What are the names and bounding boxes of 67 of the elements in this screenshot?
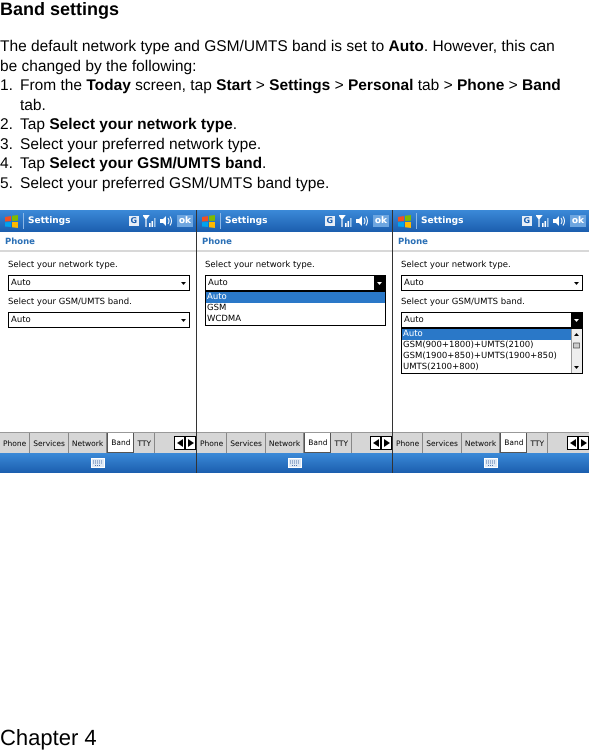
- dropdown-option[interactable]: Auto: [402, 329, 571, 340]
- speaker-icon[interactable]: [356, 215, 369, 227]
- left-arrow-icon: [176, 439, 182, 447]
- windows-flag-icon[interactable]: [4, 214, 19, 228]
- step-number: 2.: [0, 115, 14, 134]
- network-indicator-icon: G: [522, 216, 532, 226]
- field-label: Select your network type.: [8, 260, 119, 270]
- window-title: Settings: [28, 216, 72, 226]
- dropdown[interactable]: Auto: [8, 312, 190, 328]
- dropdown-option[interactable]: UMTS(2100+800): [402, 362, 571, 373]
- windows-flag-icon[interactable]: [201, 214, 216, 228]
- page-header: Phone: [393, 232, 589, 252]
- scroll-left-button[interactable]: [567, 436, 578, 450]
- step-text: Select your preferred GSM/UMTS band type.: [20, 174, 330, 193]
- field-label: Select your GSM/UMTS band.: [8, 297, 133, 307]
- step-text: Select your preferred network type.: [20, 134, 262, 154]
- scroll-left-button[interactable]: [370, 436, 381, 450]
- left-arrow-icon: [372, 439, 378, 447]
- network-indicator-icon: G: [128, 216, 139, 226]
- dropdown-arrow-icon: [574, 318, 579, 322]
- chapter-label: Chapter 4: [0, 724, 98, 752]
- field-label: Select your network type.: [205, 260, 316, 270]
- step-text: Tap Select your GSM/UMTS band.: [20, 154, 266, 174]
- signal-icon[interactable]: [338, 215, 352, 227]
- scroll-right-button[interactable]: [578, 436, 589, 450]
- dropdown-arrow-icon: [181, 282, 186, 284]
- dropdown[interactable]: Auto: [205, 275, 386, 291]
- right-arrow-icon: [580, 439, 586, 447]
- step-number: 5.: [0, 174, 14, 193]
- intro-paragraph: The default network type and GSM/UMTS band is set to Auto. However, this can be changed by the following:: [0, 37, 556, 76]
- left-arrow-icon: [570, 439, 576, 447]
- dropdown[interactable]: Auto: [8, 275, 190, 291]
- step-number: 4.: [0, 154, 14, 174]
- step-number: 1.: [0, 76, 14, 96]
- signal-icon[interactable]: [142, 215, 156, 227]
- dropdown-option[interactable]: GSM: [206, 303, 385, 314]
- scroll-right-button[interactable]: [185, 436, 196, 450]
- speaker-icon[interactable]: [552, 215, 566, 227]
- field-label: Select your network type.: [401, 260, 512, 270]
- window-title: Settings: [225, 216, 268, 226]
- step-text: From the Today screen, tap Start > Settings > Personal tab > Phone > Band tab.: [20, 76, 562, 115]
- step-number: 3.: [0, 134, 14, 154]
- right-arrow-icon: [384, 439, 390, 447]
- keyboard-icon[interactable]: [91, 458, 105, 468]
- section-heading: Band settings: [0, 0, 120, 19]
- scroll-right-button[interactable]: [381, 436, 392, 450]
- keyboard-icon[interactable]: [288, 458, 302, 468]
- window-title: Settings: [421, 216, 464, 226]
- scroll-bar[interactable]: [571, 329, 582, 373]
- dropdown-arrow-icon: [181, 318, 186, 322]
- dropdown-option[interactable]: GSM(1900+850)+UMTS(1900+850): [402, 351, 571, 362]
- signal-icon[interactable]: [536, 215, 549, 227]
- network-indicator-icon: G: [324, 216, 335, 226]
- dropdown-option[interactable]: Auto: [206, 292, 385, 303]
- dropdown-option[interactable]: WCDMA: [206, 314, 385, 325]
- dropdown[interactable]: Auto: [401, 312, 583, 328]
- windows-flag-icon[interactable]: [397, 214, 412, 228]
- field-label: Select your GSM/UMTS band.: [401, 297, 526, 307]
- step-text: Tap Select your network type.: [20, 115, 238, 134]
- dropdown-arrow-icon: [377, 282, 382, 284]
- scroll-left-button[interactable]: [174, 436, 185, 450]
- dropdown[interactable]: Auto: [401, 275, 583, 291]
- dropdown-option[interactable]: GSM(900+1800)+UMTS(2100): [402, 340, 571, 351]
- right-arrow-icon: [188, 439, 194, 447]
- speaker-icon[interactable]: [160, 215, 173, 227]
- keyboard-icon[interactable]: [484, 458, 498, 468]
- dropdown-arrow-icon: [574, 282, 579, 284]
